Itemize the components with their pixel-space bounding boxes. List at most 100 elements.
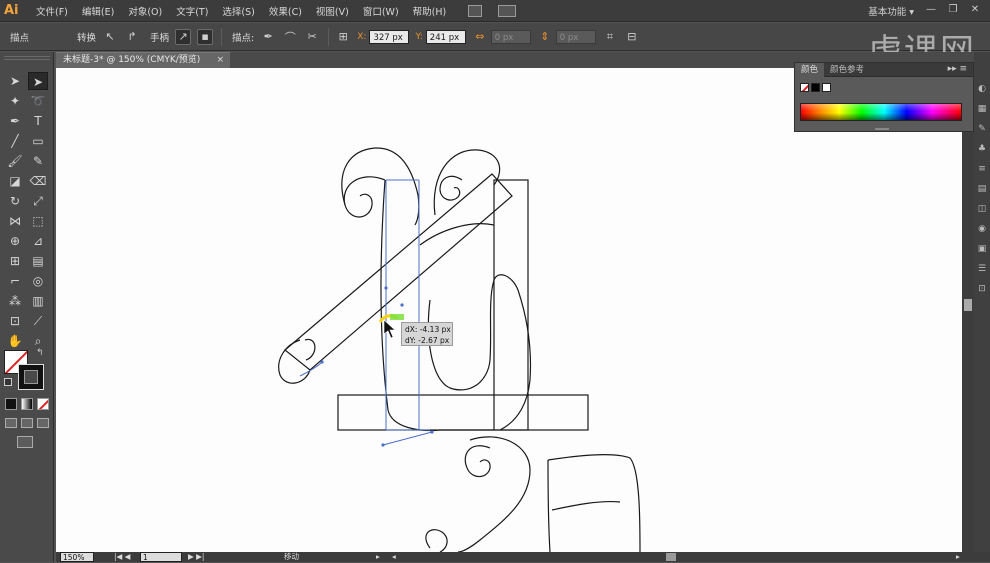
document-tab[interactable]: 未标题-3* @ 150% (CMYK/预览) × [56,52,230,68]
vertical-scrollbar[interactable] [962,68,974,552]
rotate-icon[interactable]: ↻ [5,192,25,210]
menu-edit[interactable]: 编辑(E) [82,4,114,18]
horizontal-scroll-thumb[interactable] [666,553,676,561]
type-icon[interactable]: T [28,112,48,130]
tab-color-guide[interactable]: 颜色参考 [824,63,870,77]
selection-icon[interactable]: ➤ [5,72,25,90]
brushes-panel-icon[interactable]: ✎ [976,124,988,136]
scroll-left-icon[interactable]: ◂ [392,552,396,562]
slice-icon[interactable]: ⟋ [28,312,48,330]
next-artboard-icon[interactable]: ▶ ▶| [188,552,204,562]
scale-icon[interactable]: ⤢ [28,192,48,210]
close-button[interactable]: ✕ [968,4,982,16]
remove-anchor-icon[interactable]: ✒ [260,29,276,45]
lasso-icon[interactable]: ➰ [28,92,48,110]
align-icon[interactable]: ⊟ [624,29,640,45]
workspace-switcher[interactable]: 基本功能 ▾ [868,4,914,18]
menu-help[interactable]: 帮助(H) [413,4,447,18]
close-tab-icon[interactable]: × [216,53,224,68]
artboard-number-field[interactable]: 1 [140,552,182,562]
white-swatch[interactable] [822,83,831,92]
screen-mode-icon[interactable] [17,436,33,448]
gradient-panel-icon[interactable]: ▤ [976,184,988,196]
canvas[interactable]: dX: -4.13 px dY: -2.67 px [56,68,962,552]
draw-inside-icon[interactable] [37,418,49,428]
artboards-panel-icon[interactable]: ⊡ [976,284,988,296]
eraser-icon[interactable]: ⌫ [28,172,48,190]
x-field[interactable]: 327 px [369,29,410,44]
stroke-swatch[interactable] [18,364,44,390]
artwork[interactable] [56,68,962,552]
symbols-panel-icon[interactable]: ♣ [976,144,988,156]
swatches-panel-icon[interactable]: ▦ [976,104,988,116]
arrange-documents-icon[interactable] [498,4,517,17]
menu-object[interactable]: 对象(O) [128,4,162,18]
perspective-icon[interactable]: ⊿ [28,232,48,250]
transparency-panel-icon[interactable]: ◫ [976,204,988,216]
none-swatch[interactable] [800,83,809,92]
column-graph-icon[interactable]: ▥ [28,292,48,310]
none-mode-icon[interactable] [37,398,49,410]
eyedropper-icon[interactable]: ⌐ [5,272,25,290]
restore-button[interactable]: ❐ [946,4,960,16]
menu-file[interactable]: 文件(F) [36,4,68,18]
stroke-panel-icon[interactable]: ≡ [976,164,988,176]
minimize-button[interactable]: — [924,4,938,16]
symbol-sprayer-icon[interactable]: ⁂ [5,292,25,310]
gradient-icon[interactable]: ▤ [28,252,48,270]
swap-fill-stroke-icon[interactable]: ↰ [36,348,44,358]
cut-path-icon[interactable]: ✂ [304,29,320,45]
hide-handles-icon[interactable]: ▪ [197,28,214,45]
pencil-icon[interactable]: ✎ [28,152,48,170]
direct-selection-icon[interactable]: ➤ [28,72,48,90]
menu-effect[interactable]: 效果(C) [269,4,302,18]
width-tool-icon[interactable]: ⋈ [5,212,25,230]
menu-select[interactable]: 选择(S) [222,4,254,18]
status-menu-icon[interactable]: ▸ [376,552,380,562]
menu-type[interactable]: 文字(T) [176,4,208,18]
draw-normal-icon[interactable] [5,418,17,428]
isolate-icon[interactable]: ⌗ [602,29,618,45]
show-handles-icon[interactable]: ↗ [175,28,192,45]
y-field[interactable]: 241 px [425,29,466,44]
graphic-styles-panel-icon[interactable]: ▣ [976,244,988,256]
reference-point-icon[interactable]: ⊞ [335,29,351,45]
first-artboard-icon[interactable]: |◀ ◀ [114,552,130,562]
menu-view[interactable]: 视图(V) [316,4,349,18]
panel-menu-icon[interactable]: ▸▸ ≡ [948,64,967,74]
scroll-right-icon[interactable]: ▸ [956,552,960,562]
line-icon[interactable]: ╱ [5,132,25,150]
draw-behind-icon[interactable] [21,418,33,428]
blend-icon[interactable]: ◎ [28,272,48,290]
menu-window[interactable]: 窗口(W) [363,4,399,18]
scroll-thumb[interactable] [964,299,972,311]
default-colors-icon[interactable] [4,378,12,386]
panel-resize-handle[interactable] [875,128,889,130]
zoom-field[interactable]: 150% [60,552,94,562]
w-field[interactable]: 0 px [490,29,531,44]
gradient-mode-icon[interactable] [21,398,33,410]
shape-builder-icon[interactable]: ⊕ [5,232,25,250]
free-transform-icon[interactable]: ⬚ [28,212,48,230]
mesh-icon[interactable]: ⊞ [5,252,25,270]
panel-grip[interactable] [4,56,50,60]
h-field[interactable]: 0 px [555,29,596,44]
pen-icon[interactable]: ✒ [5,112,25,130]
blob-brush-icon[interactable]: ◪ [5,172,25,190]
appearance-panel-icon[interactable]: ◉ [976,224,988,236]
rectangle-icon[interactable]: ▭ [28,132,48,150]
artboard-icon[interactable]: ⊡ [5,312,25,330]
layers-panel-icon[interactable]: ☰ [976,264,988,276]
connect-anchor-icon[interactable]: ⌒ [282,29,298,45]
bridge-icon[interactable] [468,4,483,17]
tab-color[interactable]: 颜色 [795,62,825,77]
convert-smooth-icon[interactable]: ↱ [124,29,140,45]
color-spectrum[interactable] [800,103,962,121]
color-mode-icon[interactable] [5,398,17,410]
magic-wand-icon[interactable]: ✦ [5,92,25,110]
paintbrush-icon[interactable]: 🖌 [5,152,25,170]
color-panel-icon[interactable]: ◐ [976,84,988,96]
hand-icon[interactable]: ✋ [5,332,25,350]
convert-corner-icon[interactable]: ↖ [102,29,118,45]
black-swatch[interactable] [811,83,820,92]
